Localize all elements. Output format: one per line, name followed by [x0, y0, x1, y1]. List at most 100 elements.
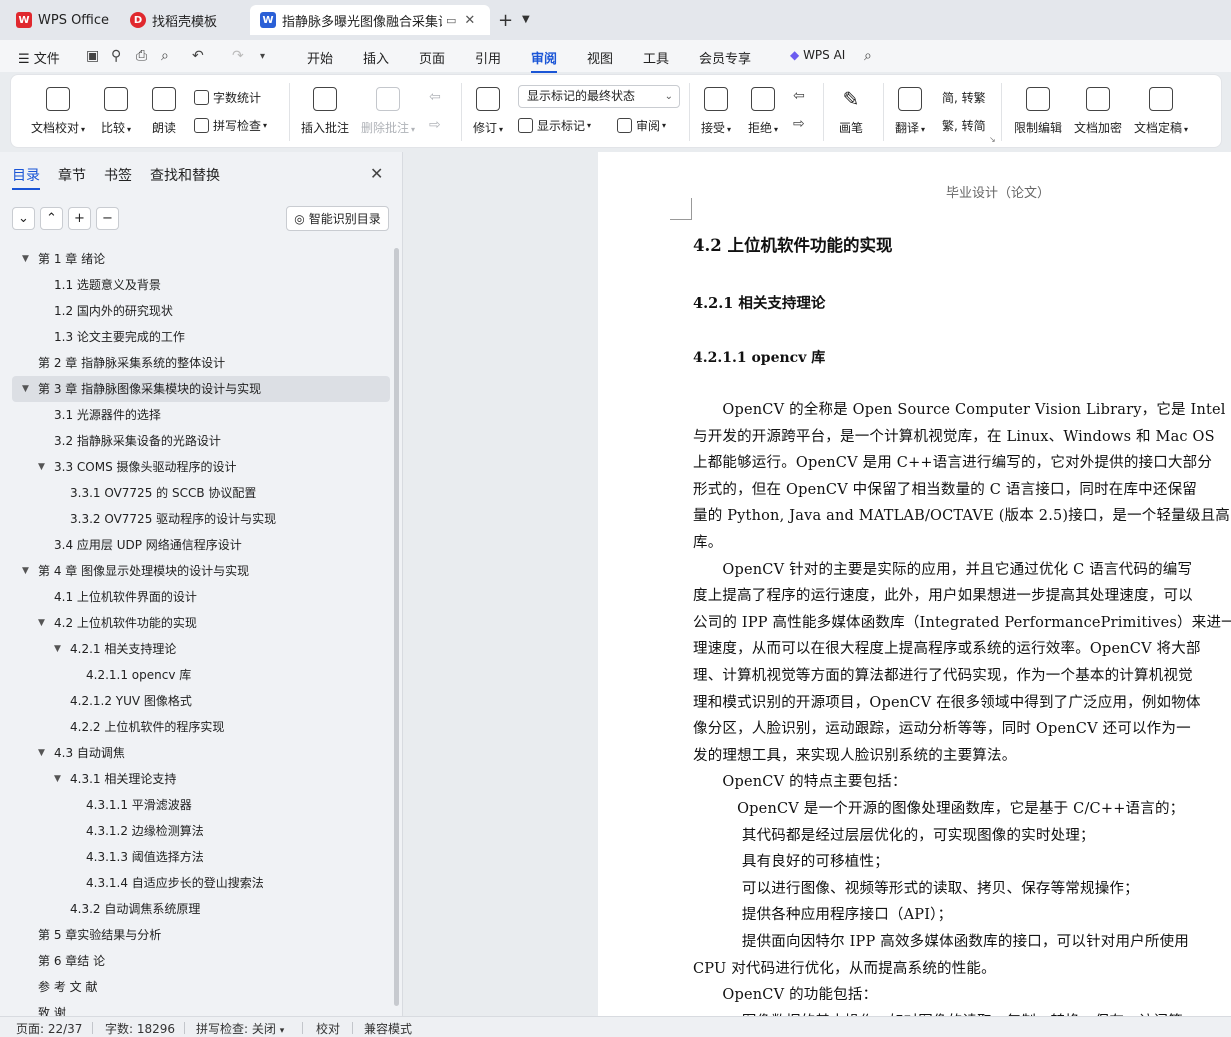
restrict-editing-button[interactable]: 限制编辑 [1014, 87, 1062, 136]
undo-icon[interactable]: ↶ [192, 48, 204, 64]
toc-item[interactable]: ▼ 第 1 章 绪论 [12, 246, 390, 272]
toc-item[interactable]: ▼ 3.3 COMS 摄像头驱动程序的设计 [12, 454, 390, 480]
page-indicator[interactable]: 页面: 22/37 [16, 1020, 82, 1037]
review-pane-button[interactable]: 审阅 ▾ [617, 117, 666, 134]
menu-view[interactable]: 视图 [587, 48, 613, 67]
menu-tools[interactable]: 工具 [643, 48, 669, 67]
menu-review[interactable]: 审阅 [531, 48, 558, 73]
prev-comment-icon[interactable]: ⇦ [429, 89, 441, 105]
menu-insert[interactable]: 插入 [363, 48, 389, 67]
toc-item[interactable]: 1.3 论文主要完成的工作 [12, 324, 390, 350]
document-page[interactable]: 毕业设计（论文） 4.2 上位机软件功能的实现 4.2.1 相关支持理论 4.2… [598, 152, 1231, 1016]
promote-button[interactable]: + [68, 207, 91, 230]
toc-item[interactable]: 第 5 章实验结果与分析 [12, 922, 390, 948]
word-count-button[interactable]: 字数统计 [194, 89, 261, 106]
redo-icon[interactable]: ↷ [232, 48, 244, 64]
menu-page[interactable]: 页面 [419, 48, 445, 67]
menu-references[interactable]: 引用 [475, 48, 501, 67]
tab-bookmarks[interactable]: 书签 [104, 165, 132, 185]
trad-to-simp-button[interactable]: 繁, 转简 [942, 117, 986, 134]
search-icon[interactable]: ⌕ [864, 48, 872, 64]
expand-arrow-icon[interactable]: ▼ [38, 740, 45, 766]
toc-item[interactable]: 4.3.1.2 边缘检测算法 [12, 818, 390, 844]
markup-state-select[interactable]: 显示标记的最终状态 ⌄ [518, 85, 680, 108]
save-icon[interactable]: ▣ [86, 48, 99, 64]
expand-arrow-icon[interactable]: ▼ [54, 636, 61, 662]
chevron-down-icon[interactable]: ▼ [522, 14, 530, 25]
spell-check-indicator[interactable]: 拼写检查: 关闭 ▾ [196, 1020, 284, 1037]
expand-arrow-icon[interactable]: ▼ [22, 558, 29, 584]
expand-arrow-icon[interactable]: ▼ [54, 766, 61, 792]
next-comment-icon[interactable]: ⇨ [429, 117, 441, 133]
delete-comment-button[interactable]: 删除批注 ▾ [361, 87, 415, 136]
expand-arrow-icon[interactable]: ▼ [38, 454, 45, 480]
print-icon[interactable]: ⎙ [136, 48, 147, 64]
translate-button[interactable]: 翻译 ▾ [895, 87, 925, 136]
quick-access-more-icon[interactable]: ▾ [260, 51, 265, 62]
toc-item[interactable]: 参 考 文 献 [12, 974, 390, 1000]
doc-check-button[interactable]: 文档校对 ▾ [31, 87, 85, 136]
toc-item[interactable]: ▼ 4.2.1 相关支持理论 [12, 636, 390, 662]
toc-item[interactable]: ▼ 4.2 上位机软件功能的实现 [12, 610, 390, 636]
collapse-all-button[interactable]: ⌄ [12, 207, 35, 230]
encrypt-doc-button[interactable]: 文档加密 [1074, 87, 1122, 136]
print-preview-icon[interactable]: ⌕ [161, 48, 169, 64]
show-markup-button[interactable]: 显示标记 ▾ [518, 117, 591, 134]
new-tab-icon[interactable]: + [498, 10, 513, 31]
toc-item[interactable]: ▼ 第 4 章 图像显示处理模块的设计与实现 [12, 558, 390, 584]
toc-item[interactable]: 4.2.1.2 YUV 图像格式 [12, 688, 390, 714]
demote-button[interactable]: − [96, 207, 119, 230]
monitor-icon[interactable]: ▭ [446, 14, 456, 27]
word-count-indicator[interactable]: 字数: 18296 [105, 1020, 175, 1037]
tab-sections[interactable]: 章节 [58, 165, 86, 185]
expand-arrow-icon[interactable]: ▼ [22, 246, 29, 272]
insert-comment-button[interactable]: 插入批注 [301, 87, 349, 136]
tab-docer-templates[interactable]: D 找稻壳模板 [120, 5, 246, 35]
toc-item[interactable]: 1.1 选题意义及背景 [12, 272, 390, 298]
tab-wps-office[interactable]: W WPS Office [6, 5, 116, 35]
toc-scrollbar[interactable] [394, 248, 399, 1006]
accept-button[interactable]: 接受 ▾ [701, 87, 731, 136]
expand-arrow-icon[interactable]: ▼ [38, 610, 45, 636]
toc-item[interactable]: ▼ 4.3 自动调焦 [12, 740, 390, 766]
toc-item[interactable]: 4.3.1.3 阈值选择方法 [12, 844, 390, 870]
close-icon[interactable]: ✕ [370, 164, 383, 183]
expand-up-button[interactable]: ⌃ [40, 207, 63, 230]
toc-item[interactable]: ▼ 第 3 章 指静脉图像采集模块的设计与实现 [12, 376, 390, 402]
toc-item[interactable]: 3.4 应用层 UDP 网络通信程序设计 [12, 532, 390, 558]
toc-item[interactable]: 4.1 上位机软件界面的设计 [12, 584, 390, 610]
toc-item[interactable]: 1.2 国内外的研究现状 [12, 298, 390, 324]
track-changes-button[interactable]: 修订 ▾ [473, 87, 503, 136]
toc-item[interactable]: 4.3.2 自动调焦系统原理 [12, 896, 390, 922]
read-aloud-button[interactable]: 朗读 [152, 87, 176, 136]
proof-indicator[interactable]: 校对 [316, 1020, 340, 1037]
pen-button[interactable]: ✎ 画笔 [839, 87, 863, 136]
tab-current-document[interactable]: W 指静脉多曝光图像融合采集设 ▭ ✕ [250, 5, 490, 35]
prev-change-icon[interactable]: ⇦ [793, 88, 805, 104]
toc-item[interactable]: 第 2 章 指静脉采集系统的整体设计 [12, 350, 390, 376]
toc-item[interactable]: ▼ 4.3.1 相关理论支持 [12, 766, 390, 792]
reject-button[interactable]: 拒绝 ▾ [748, 87, 778, 136]
share-link-icon[interactable]: ⚲ [111, 48, 121, 64]
simp-to-trad-button[interactable]: 简, 转繁 [942, 89, 986, 106]
tab-toc[interactable]: 目录 [12, 165, 40, 190]
tab-find-replace[interactable]: 查找和替换 [150, 165, 220, 185]
toc-item[interactable]: 4.2.1.1 opencv 库 [12, 662, 390, 688]
spell-check-button[interactable]: 拼写检查 ▾ [194, 117, 267, 134]
toc-item[interactable]: 3.1 光源器件的选择 [12, 402, 390, 428]
next-change-icon[interactable]: ⇨ [793, 116, 805, 132]
toc-item[interactable]: 4.3.1.4 自适应步长的登山搜索法 [12, 870, 390, 896]
toc-item[interactable]: 3.3.1 OV7725 的 SCCB 协议配置 [12, 480, 390, 506]
compare-button[interactable]: 比较 ▾ [101, 87, 131, 136]
dialog-launcher-icon[interactable]: ↘ [989, 135, 996, 144]
finalize-doc-button[interactable]: 文档定稿 ▾ [1134, 87, 1188, 136]
toc-item[interactable]: 3.2 指静脉采集设备的光路设计 [12, 428, 390, 454]
close-icon[interactable]: ✕ [464, 13, 475, 28]
file-menu[interactable]: ☰ 文件 [18, 48, 60, 67]
toc-item[interactable]: 3.3.2 OV7725 驱动程序的设计与实现 [12, 506, 390, 532]
menu-home[interactable]: 开始 [307, 48, 333, 67]
menu-membership[interactable]: 会员专享 [699, 48, 751, 67]
toc-item[interactable]: 4.2.2 上位机软件的程序实现 [12, 714, 390, 740]
toc-item[interactable]: 第 6 章结 论 [12, 948, 390, 974]
toc-item[interactable]: 4.3.1.1 平滑滤波器 [12, 792, 390, 818]
